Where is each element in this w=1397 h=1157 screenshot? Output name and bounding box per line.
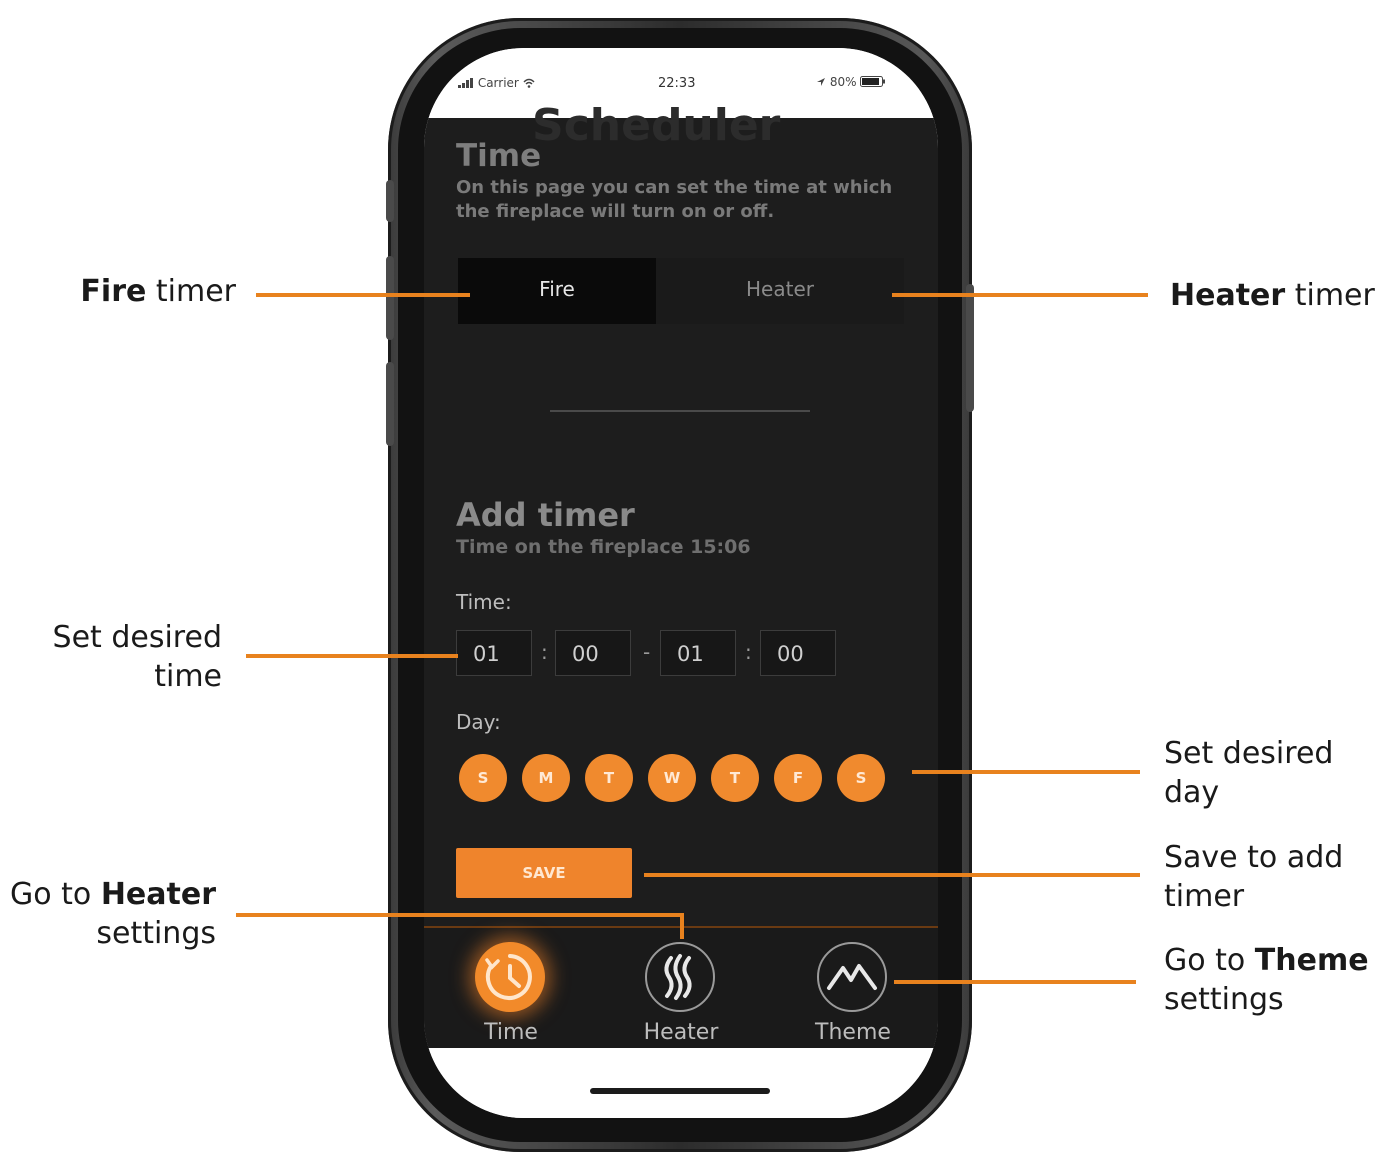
day-label: Day: [456,710,501,734]
time-colon-2: : [745,640,752,664]
annotation-heater-bold: Heater [1170,278,1286,313]
status-time: 22:33 [658,76,696,91]
callout-line-go-theme [894,980,1136,984]
battery-icon [860,76,886,87]
timer-tabs: Fire Heater [458,258,904,324]
nav-heater-button[interactable] [645,942,715,1012]
power-button [966,284,974,412]
clock-icon [485,954,532,1000]
tab-heater[interactable]: Heater [656,258,904,324]
callout-line-time [246,654,458,658]
nav-theme-button[interactable] [817,942,887,1012]
annotation-set-time: Set desired time [20,618,222,696]
annotation-heater-rest: timer [1285,278,1375,313]
section-divider [550,410,810,412]
nav-time-button[interactable] [475,942,545,1012]
carrier-indicator: Carrier [458,76,535,90]
start-hour-field[interactable]: 01 [456,630,532,676]
nav-theme-label: Theme [815,1020,891,1045]
wifi-icon [523,78,535,88]
annotation-set-day-line2: day [1164,775,1220,810]
annotation-go-theme-line1: Go to Theme [1164,941,1369,980]
end-hour-field[interactable]: 01 [660,630,736,676]
day-toggle-sunday[interactable]: S [459,754,507,802]
nav-time[interactable]: Time [441,928,581,1050]
annotation-go-theme: Go to Theme settings [1164,941,1369,1019]
annotation-go-heater-bold: Heater [100,877,216,912]
nav-theme[interactable]: Theme [783,928,923,1050]
nav-time-label: Time [484,1020,538,1045]
signal-icon [458,78,473,88]
location-arrow-icon [817,78,825,86]
day-toggle-saturday[interactable]: S [837,754,885,802]
carrier-label: Carrier [477,76,519,90]
mountain-icon [827,964,877,990]
time-label: Time: [456,590,512,614]
annotation-set-day: Set desired day [1164,734,1333,812]
annotation-set-time-line1: Set desired [52,620,222,655]
callout-line-go-heater [236,913,684,917]
phone-screen: Carrier 22:33 80% Scheduler Time On this… [424,48,938,1118]
time-colon-1: : [541,640,548,664]
bottom-nav: Time Heater Theme [424,926,938,1050]
annotation-go-heater: Go to Heater settings [0,875,216,953]
battery-percent: 80% [829,75,857,89]
annotation-go-heater-line1: Go to Heater [0,875,216,914]
annotation-save-line1: Save to add [1164,840,1344,875]
ghost-header-title: Scheduler [532,100,781,151]
page-title: Time [456,138,542,174]
battery-indicator: 80% [816,75,886,89]
mute-switch [386,180,394,222]
nav-heater[interactable]: Heater [611,928,751,1050]
callout-line-go-heater-drop [680,913,684,939]
annotation-go-theme-pre: Go to [1164,943,1255,978]
day-toggle-monday[interactable]: M [522,754,570,802]
annotation-fire-timer: Fire timer [60,272,236,311]
annotation-set-day-line1: Set desired [1164,736,1334,771]
fireplace-time-label: Time on the fireplace 15:06 [456,536,751,558]
annotation-set-time-line2: time [154,659,222,694]
day-toggle-thursday[interactable]: T [711,754,759,802]
callout-line-heater [892,293,1148,297]
flame-icon [664,954,692,1000]
annotation-heater-timer: Heater timer [1170,276,1375,315]
volume-down-button [386,362,394,446]
annotation-save-line2: timer [1164,879,1245,914]
time-range-dash: - [643,640,651,664]
callout-line-day [912,770,1140,774]
add-timer-title: Add timer [456,496,635,534]
nav-heater-label: Heater [643,1020,719,1045]
home-indicator-area [424,1048,938,1118]
annotation-go-theme-bold: Theme [1254,943,1369,978]
day-toggle-tuesday[interactable]: T [585,754,633,802]
annotation-go-theme-line2: settings [1164,982,1284,1017]
tab-fire[interactable]: Fire [458,258,656,324]
annotation-go-heater-line2: settings [96,916,216,951]
day-toggle-friday[interactable]: F [774,754,822,802]
annotation-fire-bold: Fire [80,274,147,309]
callout-line-save [644,873,1140,877]
callout-line-fire [256,293,470,297]
start-minute-field[interactable]: 00 [555,630,631,676]
end-minute-field[interactable]: 00 [760,630,836,676]
app-content: Scheduler Time On this page you can set … [424,100,938,1050]
home-indicator[interactable] [590,1088,770,1094]
volume-up-button [386,256,394,340]
day-toggle-wednesday[interactable]: W [648,754,696,802]
annotation-go-heater-pre: Go to [10,877,101,912]
annotation-save: Save to add timer [1164,838,1343,916]
page-description: On this page you can set the time at whi… [456,177,893,222]
save-button[interactable]: SAVE [456,848,632,898]
annotation-fire-rest: timer [146,274,236,309]
